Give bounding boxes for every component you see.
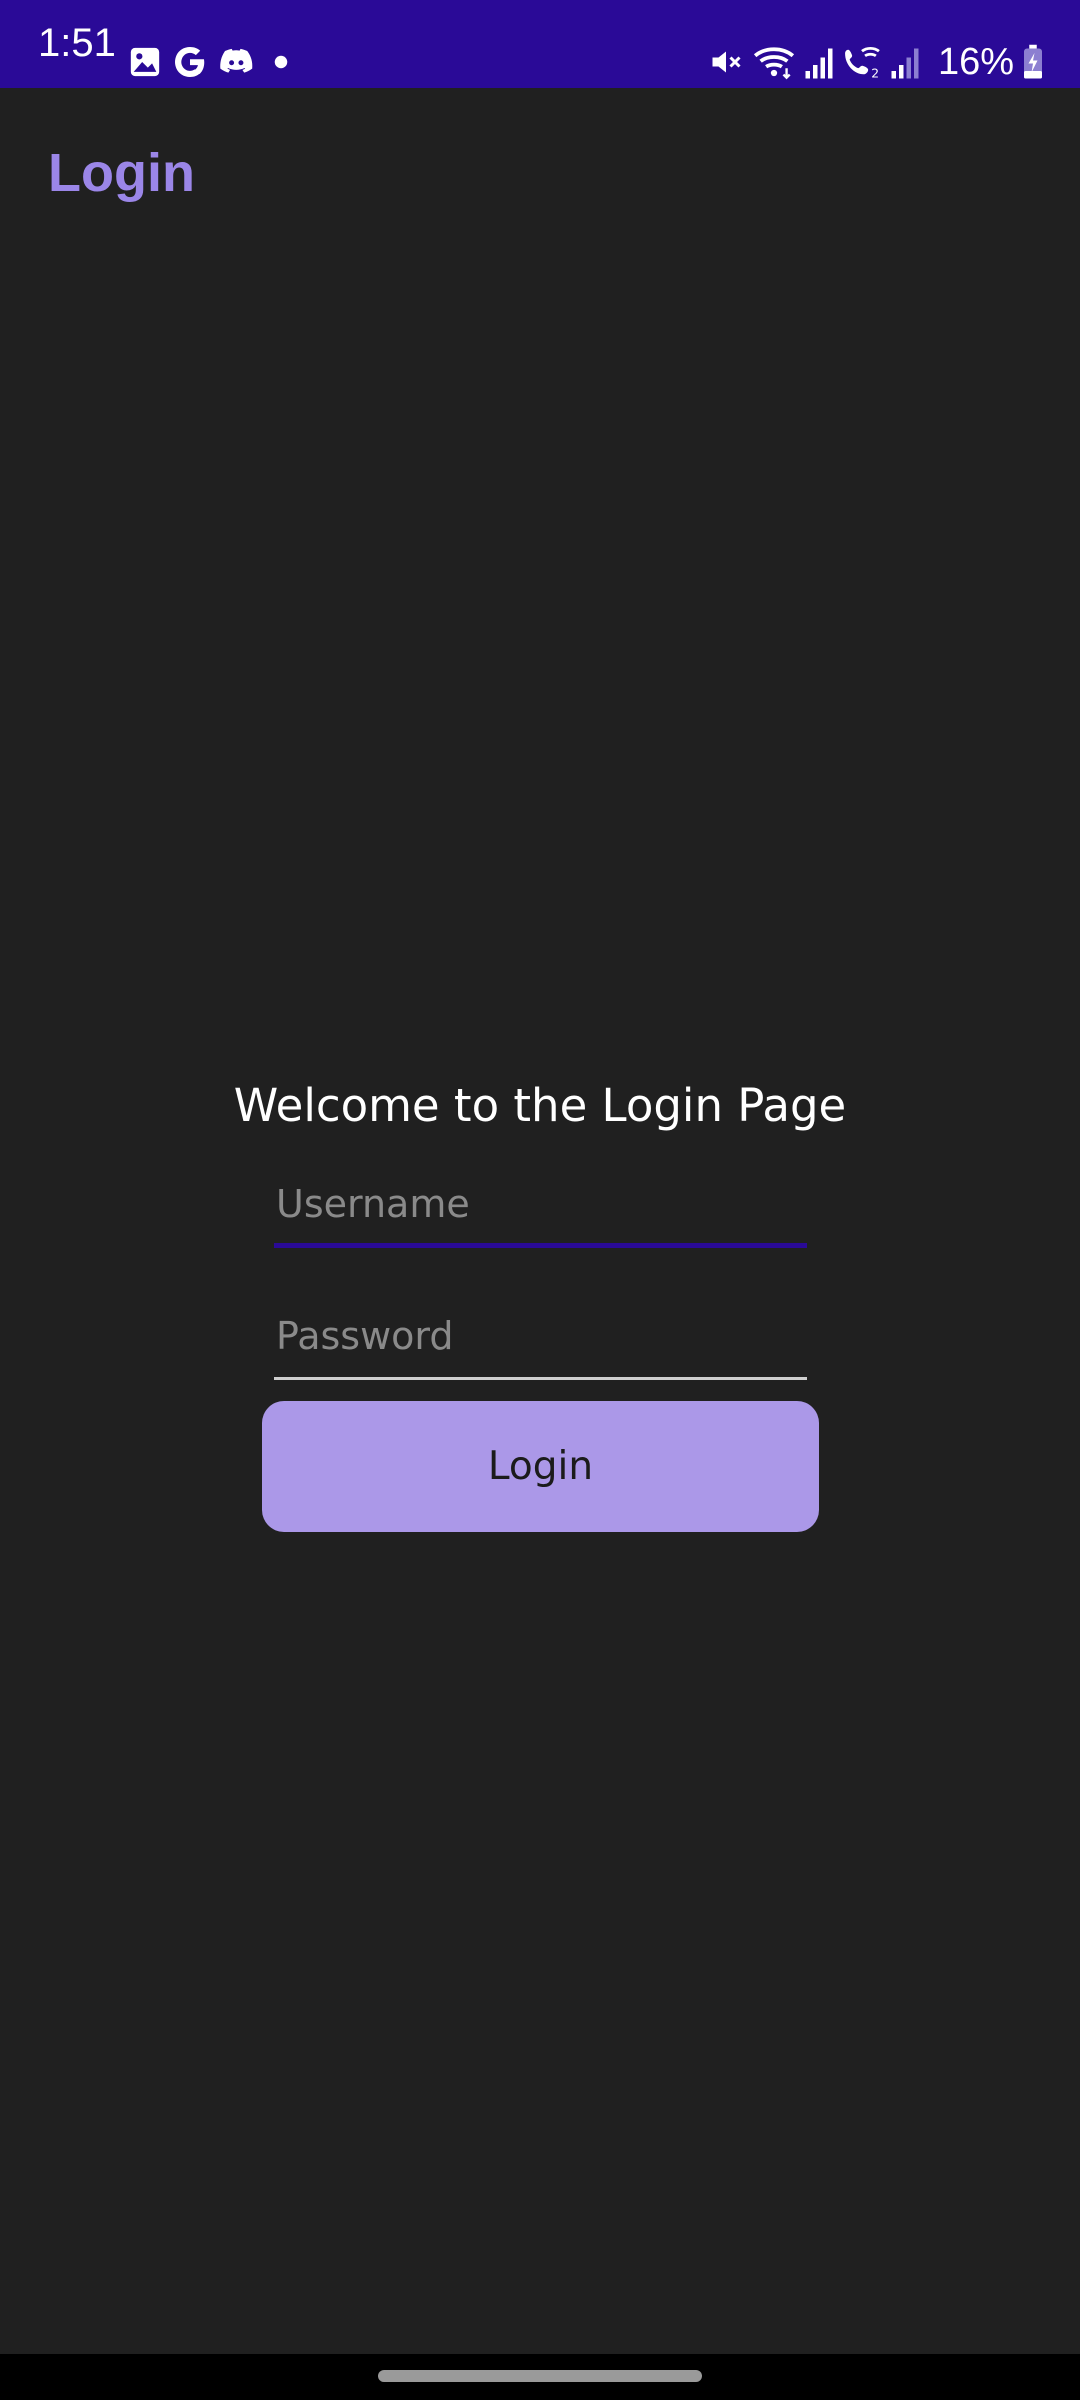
login-button[interactable]: Login xyxy=(262,1401,819,1532)
status-time: 1:51 xyxy=(38,21,116,65)
home-gesture-handle[interactable] xyxy=(378,2370,702,2382)
google-icon xyxy=(172,44,208,80)
navigation-bar xyxy=(0,2354,1080,2400)
password-underline xyxy=(274,1377,807,1380)
username-input[interactable] xyxy=(274,1166,807,1242)
welcome-heading: Welcome to the Login Page xyxy=(233,1079,847,1132)
battery-percent: 16% xyxy=(937,41,1014,83)
wifi-calling-icon: 2 xyxy=(842,43,882,81)
username-underline xyxy=(274,1243,807,1248)
status-bar: 1:51 2 16% xyxy=(0,0,1080,88)
signal-weak-icon xyxy=(890,44,920,80)
page-title: Login xyxy=(48,143,195,203)
svg-text:2: 2 xyxy=(871,66,879,80)
mute-icon xyxy=(708,44,744,80)
battery-charging-icon xyxy=(1022,44,1044,80)
login-screen: 1:51 2 16% Login Welcome to the Login Pa… xyxy=(0,0,1080,2400)
notification-icons xyxy=(128,40,296,84)
gallery-icon xyxy=(128,45,162,79)
username-field-container xyxy=(274,1166,807,1248)
signal-icon xyxy=(804,44,834,80)
discord-icon xyxy=(218,45,256,79)
wifi-icon xyxy=(752,43,796,81)
dot-icon xyxy=(266,47,296,77)
password-field-container xyxy=(274,1298,807,1380)
system-icons: 2 16% xyxy=(708,38,1044,86)
password-input[interactable] xyxy=(274,1298,807,1374)
